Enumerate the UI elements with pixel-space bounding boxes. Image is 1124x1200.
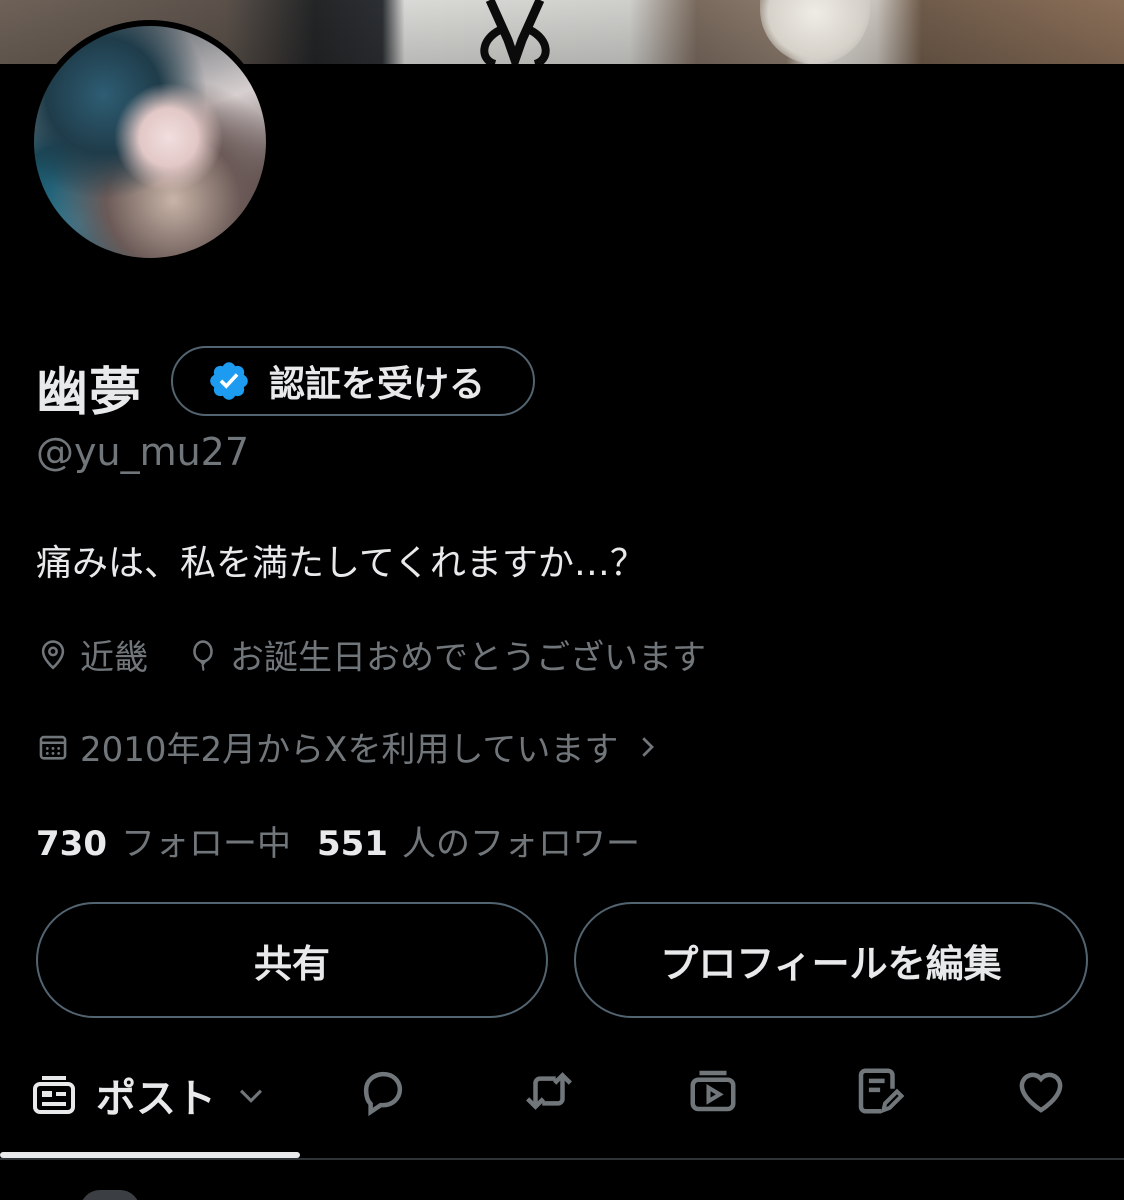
post-icon bbox=[33, 1076, 75, 1114]
media-icon bbox=[690, 1070, 736, 1112]
banner-ribbon-graphic bbox=[480, 0, 550, 64]
joined-text: 2010年2月からXを利用しています bbox=[80, 730, 619, 770]
tab-posts[interactable]: ポスト bbox=[30, 1066, 268, 1124]
avatar[interactable] bbox=[28, 20, 272, 264]
calendar-icon bbox=[39, 735, 67, 760]
likes-icon bbox=[1019, 1072, 1063, 1113]
following-count[interactable]: 730 bbox=[36, 824, 107, 864]
following-label[interactable]: フォロー中 bbox=[121, 816, 291, 865]
edit-profile-button-label: プロフィールを編集 bbox=[660, 941, 1002, 986]
share-button-label: 共有 bbox=[253, 941, 330, 986]
chevron-right-icon bbox=[642, 736, 655, 757]
articles-icon bbox=[858, 1068, 905, 1114]
balloon-icon bbox=[193, 639, 213, 671]
reply-icon bbox=[363, 1071, 403, 1117]
joined-row[interactable]: 2010年2月からXを利用しています bbox=[36, 722, 662, 771]
joined: 2010年2月からXを利用しています bbox=[36, 722, 618, 771]
tab-reposts[interactable] bbox=[522, 1064, 576, 1118]
tab-posts-label: ポスト bbox=[96, 1076, 216, 1122]
repost-icon bbox=[526, 1072, 572, 1110]
tab-media[interactable] bbox=[686, 1064, 740, 1118]
birthday: お誕生日おめでとうございます bbox=[186, 630, 706, 679]
tab-articles[interactable] bbox=[852, 1064, 906, 1118]
tab-replies[interactable] bbox=[356, 1064, 410, 1118]
birthday-text: お誕生日おめでとうございます bbox=[230, 638, 706, 678]
location: 近畿 bbox=[36, 630, 148, 679]
profile-tabs: ポスト bbox=[0, 1050, 1124, 1158]
share-button[interactable]: 共有 bbox=[36, 902, 548, 1018]
location-pin-icon bbox=[41, 639, 65, 669]
tab-likes[interactable] bbox=[1014, 1064, 1068, 1118]
followers-label[interactable]: 人のフォロワー bbox=[402, 816, 640, 865]
location-text: 近畿 bbox=[80, 638, 148, 678]
get-verified-button[interactable]: 認証を受ける bbox=[171, 346, 535, 416]
display-name: 幽夢 bbox=[36, 363, 143, 423]
user-handle: @yu_mu27 bbox=[36, 430, 250, 474]
follow-stats: 730 フォロー中 551 人のフォロワー bbox=[36, 816, 666, 865]
profile-meta-row: 近畿 お誕生日おめでとうございます bbox=[36, 630, 744, 679]
chevron-down-icon[interactable] bbox=[234, 1078, 268, 1112]
next-post-avatar-peek bbox=[80, 1190, 140, 1200]
get-verified-label: 認証を受ける bbox=[269, 364, 486, 405]
bio: 痛みは、私を満たしてくれますか…？ bbox=[36, 543, 646, 584]
avatar-image bbox=[34, 26, 266, 258]
profile-page: 幽夢 認証を受ける @yu_mu27 痛みは、私を満たしてくれますか…？ 近畿 … bbox=[0, 0, 1124, 1200]
edit-profile-button[interactable]: プロフィールを編集 bbox=[574, 902, 1088, 1018]
followers-count[interactable]: 551 bbox=[317, 824, 388, 864]
verified-badge-icon bbox=[210, 362, 248, 400]
tabs-divider bbox=[0, 1158, 1124, 1160]
